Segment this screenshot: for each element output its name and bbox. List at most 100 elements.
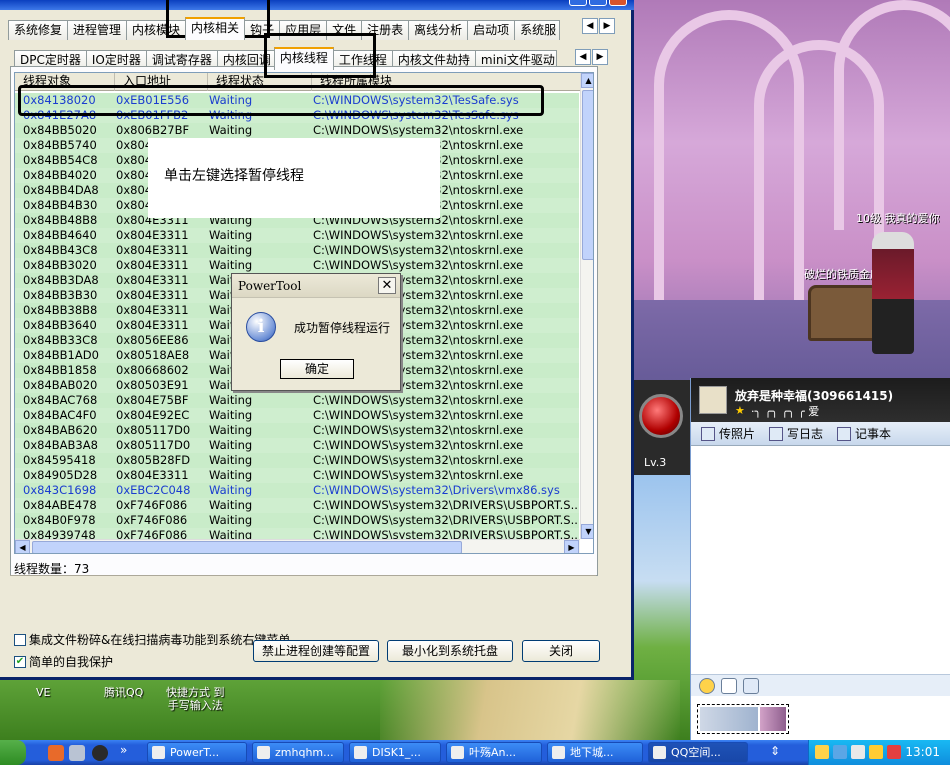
tab-offline-analysis[interactable]: 离线分析 [408, 20, 469, 40]
avatar[interactable] [699, 386, 727, 414]
table-row[interactable]: 0x84BB3020 0x804E3311 Waiting C:\WINDOWS\sy… [15, 258, 579, 273]
table-row[interactable]: 0x84BAC4F0 0x804E92EC Waiting C:\WINDOWS\sy… [15, 408, 579, 423]
dialog-message: 成功暂停线程运行 [294, 321, 391, 335]
close-button[interactable]: 关闭 [522, 640, 600, 662]
cell-module: C:\WINDOWS\system32\DRIVERS\USBPORT.S... [313, 498, 579, 512]
hp-orb-icon [639, 394, 683, 438]
vertical-scrollbar[interactable]: ▲ ▼ [580, 73, 593, 539]
task-zmhqhm[interactable]: zmhqhm... [252, 742, 344, 763]
quicklaunch-icon[interactable] [48, 745, 64, 761]
tab-notepad[interactable]: 记事本 [837, 425, 891, 442]
table-row[interactable]: 0x84BAC768 0x804E75BF Waiting C:\WINDOWS\sy… [15, 393, 579, 408]
cell-thread-object: 0x84BAC768 [23, 393, 98, 407]
cell-module: C:\WINDOWS\system32\ntoskrnl.exe [313, 408, 524, 422]
scroll-thumb[interactable] [582, 90, 593, 260]
chest-label: 破烂的铁质金库 [804, 268, 881, 281]
maximize-button[interactable] [589, 0, 607, 6]
scroll-thumb[interactable] [32, 541, 462, 553]
image-icon[interactable] [721, 677, 737, 694]
app-icon [354, 746, 367, 759]
antivirus-icon[interactable] [887, 745, 901, 759]
qq-tray-icon[interactable] [815, 745, 829, 759]
qq-user-name[interactable]: 放弃是种幸福(309661415) [735, 387, 893, 404]
task-qq-space[interactable]: QQ空间... [648, 742, 748, 763]
task-disk1[interactable]: DISK1_... [349, 742, 441, 763]
message-dialog: PowerTool ✕ i 成功暂停线程运行 确定 [231, 273, 401, 391]
scroll-down-icon[interactable]: ▼ [581, 524, 593, 539]
window-controls [569, 0, 627, 6]
quicklaunch-more-icon[interactable]: » [120, 743, 127, 757]
chevron-left-icon[interactable]: ◀ [582, 18, 598, 34]
tab-process-manager[interactable]: 进程管理 [67, 20, 128, 40]
taskbar: » PowerT... zmhqhm... DISK1_... 叶殇An... … [0, 740, 950, 765]
desktop-icon-qq[interactable]: 腾讯QQ [104, 686, 143, 699]
minimize-button[interactable] [569, 0, 587, 6]
status-divider [10, 575, 596, 576]
table-row[interactable]: 0x84BAB620 0x805117D0 Waiting C:\WINDOWS\sy… [15, 423, 579, 438]
ok-button[interactable]: 确定 [280, 359, 354, 379]
checkmark-icon[interactable]: ✔ [14, 655, 26, 668]
app-icon [152, 746, 165, 759]
show-desktop-icon[interactable] [69, 745, 85, 761]
start-button[interactable] [0, 740, 26, 765]
table-row[interactable]: 0x84595418 0x805B28FD Waiting C:\WINDOWS\sy… [15, 453, 579, 468]
tab-kernel-threads[interactable]: 内核线程 [273, 47, 334, 70]
dialog-title: PowerTool [238, 279, 302, 293]
table-row[interactable]: 0x84BB4640 0x804E3311 Waiting C:\WINDOWS\sy… [15, 228, 579, 243]
table-row[interactable]: 0x84ABE478 0xF746F086 Waiting C:\WINDOWS\sy… [15, 498, 579, 513]
screenshot-icon[interactable] [743, 677, 759, 694]
chevron-right-icon[interactable]: ▶ [599, 18, 615, 34]
scroll-right-icon[interactable]: ▶ [564, 540, 579, 553]
close-icon[interactable]: ✕ [378, 277, 396, 294]
tab-kernel-related[interactable]: 内核相关 [185, 17, 246, 40]
tab-system-services[interactable]: 系统服 [514, 20, 561, 40]
checkbox-box[interactable] [14, 633, 26, 646]
clock[interactable]: 13:01 [905, 745, 940, 759]
table-row[interactable]: 0x84B0F978 0xF746F086 Waiting C:\WINDOWS\sy… [15, 513, 579, 528]
network-icon[interactable] [833, 745, 847, 759]
cell-entry-address: 0x8056EE86 [116, 333, 189, 347]
desktop-icon-handwriting[interactable]: 快捷方式 到 手写输入法 [166, 686, 225, 712]
close-window-button[interactable] [609, 0, 627, 6]
cell-thread-object: 0x84BB38B8 [23, 303, 98, 317]
cell-thread-object: 0x84BAB020 [23, 378, 98, 392]
table-row[interactable]: 0x843C1698 0xEBC2C048 Waiting C:\WINDOWS\sy… [15, 483, 579, 498]
forbid-process-creation-button[interactable]: 禁止进程创建等配置 [253, 640, 379, 662]
task-powertool[interactable]: PowerT... [147, 742, 247, 763]
task-yeshang[interactable]: 叶殇An... [446, 742, 542, 763]
checkbox-label: 简单的自我保护 [29, 655, 114, 669]
table-row[interactable]: 0x84BB5020 0x806B27BF Waiting C:\WINDOWS\sy… [15, 123, 579, 138]
cell-thread-object: 0x84BAC4F0 [23, 408, 97, 422]
cell-module: C:\WINDOWS\system32\ntoskrnl.exe [313, 243, 524, 257]
task-dnf[interactable]: 地下城... [547, 742, 643, 763]
warning-icon[interactable] [869, 745, 883, 759]
chevron-right-icon[interactable]: ▶ [592, 49, 608, 65]
scroll-left-icon[interactable]: ◀ [15, 540, 30, 553]
tab-system-repair[interactable]: 系统修复 [8, 20, 69, 40]
table-row[interactable]: 0x84BB43C8 0x804E3311 Waiting C:\WINDOWS\sy… [15, 243, 579, 258]
cell-thread-object: 0x84BB54C8 [23, 153, 98, 167]
emoji-icon[interactable] [699, 677, 715, 694]
cell-thread-state: Waiting [209, 408, 253, 422]
tab-upload-photo[interactable]: 传照片 [701, 425, 755, 442]
image-thumbnail-selection[interactable] [697, 704, 789, 734]
cell-thread-object: 0x843C1698 [23, 483, 97, 497]
annotation-box-selected-row [18, 85, 544, 116]
integrate-context-menu-checkbox[interactable]: 集成文件粉碎&在线扫描病毒功能到系统右键菜单 [14, 631, 290, 648]
minimize-to-tray-button[interactable]: 最小化到系统托盘 [387, 640, 513, 662]
self-protection-checkbox[interactable]: ✔ 简单的自我保护 [14, 653, 113, 670]
qq-penguin-icon[interactable] [92, 745, 108, 761]
scroll-up-icon[interactable]: ▲ [581, 73, 593, 88]
main-tab-scroll: ◀ ▶ [582, 18, 615, 34]
desktop-icon-ve[interactable]: VE [36, 686, 50, 699]
tab-startup-items[interactable]: 启动项 [467, 20, 516, 40]
pencil-icon [769, 426, 784, 441]
table-row[interactable]: 0x84BAB3A8 0x805117D0 Waiting C:\WINDOWS\sy… [15, 438, 579, 453]
volume-icon[interactable] [851, 745, 865, 759]
taskbar-group-icon[interactable]: ⇕ [770, 744, 780, 758]
tab-write-log[interactable]: 写日志 [769, 425, 823, 442]
game-character[interactable] [872, 232, 914, 354]
chevron-left-icon[interactable]: ◀ [575, 49, 591, 65]
horizontal-scrollbar[interactable]: ◀ ▶ [15, 539, 580, 553]
table-row[interactable]: 0x84905D28 0x804E3311 Waiting C:\WINDOWS\sy… [15, 468, 579, 483]
